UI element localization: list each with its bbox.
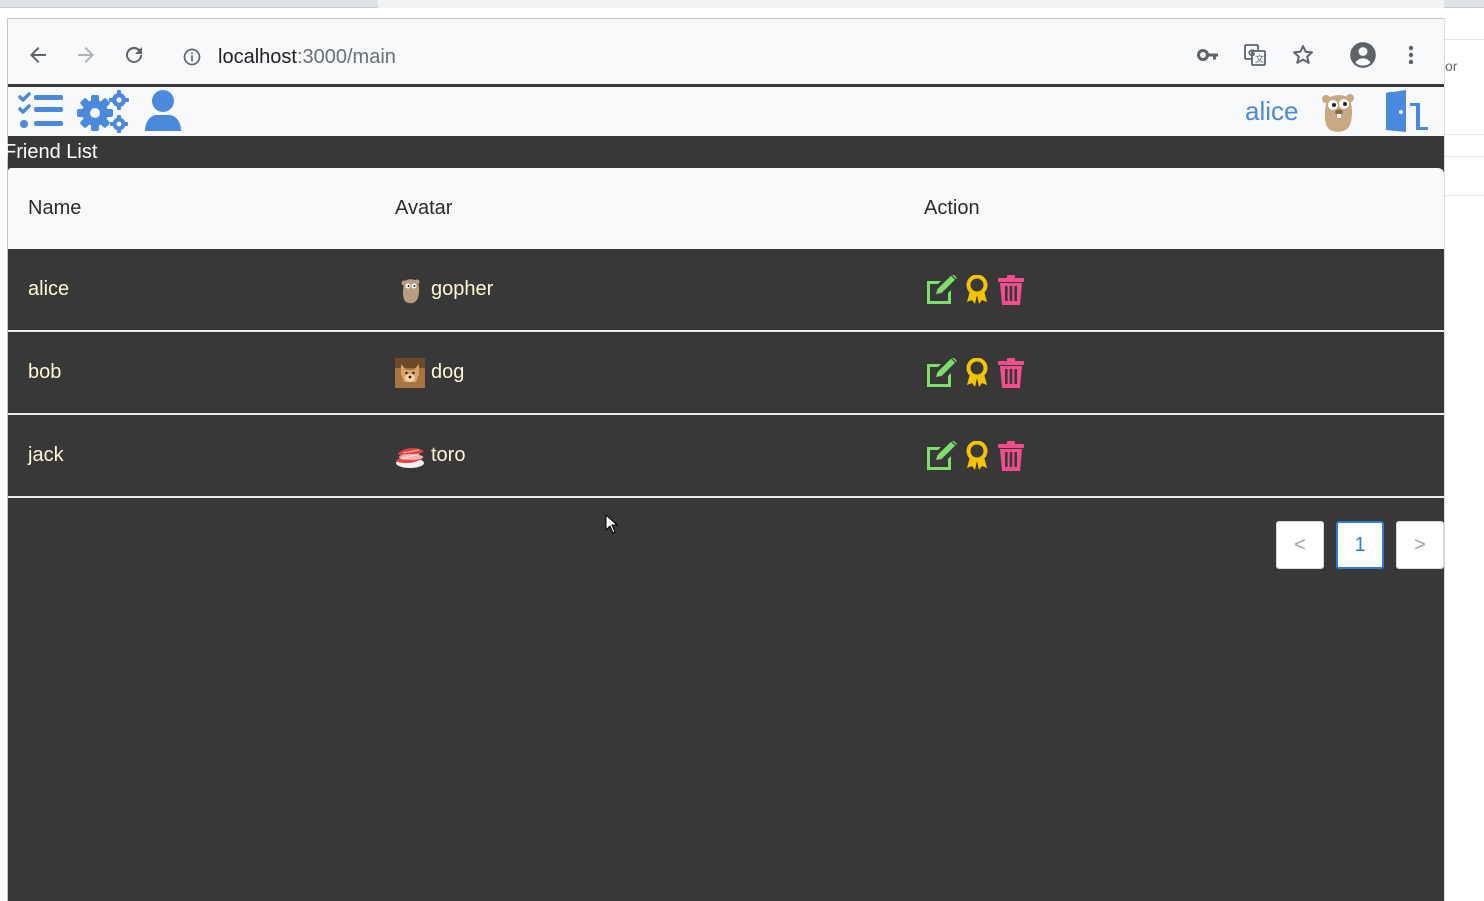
forward-button[interactable] bbox=[72, 41, 100, 69]
door-exit-icon[interactable] bbox=[1376, 89, 1430, 133]
account-circle-icon bbox=[1350, 42, 1376, 68]
dog-avatar-icon bbox=[395, 357, 425, 388]
saved-passwords-button[interactable] bbox=[1194, 41, 1222, 69]
arrow-right-icon bbox=[78, 47, 94, 63]
row-actions bbox=[924, 356, 1026, 390]
award-icon bbox=[966, 440, 988, 470]
table-row: bob dog bbox=[8, 332, 1444, 415]
column-header-avatar[interactable]: Avatar bbox=[395, 197, 452, 220]
gopher-avatar-icon bbox=[401, 278, 420, 303]
sushi-avatar-icon bbox=[396, 447, 424, 468]
next-page-button[interactable]: > bbox=[1396, 521, 1444, 569]
column-header-name[interactable]: Name bbox=[28, 197, 81, 220]
key-icon bbox=[1197, 49, 1218, 61]
url-host: localhost bbox=[218, 45, 297, 68]
gopher-avatar-icon[interactable] bbox=[1318, 90, 1358, 134]
profile-nav-button[interactable] bbox=[144, 89, 182, 133]
section-title: Friend List bbox=[4, 141, 98, 163]
address-bar[interactable]: localhost:3000/main bbox=[182, 43, 396, 71]
current-username[interactable]: alice bbox=[1245, 96, 1298, 127]
translate-button[interactable]: G文 bbox=[1241, 41, 1269, 69]
row-actions bbox=[924, 273, 1026, 307]
table-row: jack toro bbox=[8, 415, 1444, 498]
delete-button[interactable] bbox=[996, 356, 1026, 390]
bookmark-button[interactable] bbox=[1289, 41, 1317, 69]
divider bbox=[1445, 195, 1484, 196]
avatar-label: toro bbox=[431, 444, 466, 466]
mouse-cursor-icon bbox=[605, 514, 619, 534]
edit-icon bbox=[927, 440, 957, 470]
more-vert-icon bbox=[1408, 45, 1414, 65]
table-row: alice gopher bbox=[8, 249, 1444, 332]
background-window-text: or bbox=[1445, 58, 1458, 74]
svg-text:文: 文 bbox=[1255, 53, 1264, 65]
user-icon bbox=[145, 90, 181, 131]
column-header-action[interactable]: Action bbox=[924, 197, 980, 220]
browser-window: localhost:3000/main G文 alice Friend Lis… bbox=[4, 18, 1444, 901]
avatar-label: gopher bbox=[431, 278, 494, 300]
award-icon bbox=[966, 357, 988, 387]
delete-button[interactable] bbox=[996, 439, 1026, 473]
friend-avatar: dog bbox=[395, 357, 465, 388]
gears-icon bbox=[77, 90, 129, 133]
reload-button[interactable] bbox=[120, 41, 148, 69]
trash-icon bbox=[998, 440, 1024, 471]
page-1-button[interactable]: 1 bbox=[1336, 521, 1384, 569]
translate-icon: G文 bbox=[1244, 44, 1266, 66]
award-button[interactable] bbox=[964, 356, 990, 390]
friend-name: alice bbox=[28, 278, 70, 300]
info-icon bbox=[183, 48, 201, 66]
edit-button[interactable] bbox=[924, 356, 958, 390]
award-button[interactable] bbox=[964, 273, 990, 307]
arrow-left-icon bbox=[30, 47, 46, 63]
delete-button[interactable] bbox=[996, 273, 1026, 307]
divider bbox=[1445, 134, 1484, 135]
browser-menu-button[interactable] bbox=[1397, 41, 1425, 69]
trash-icon bbox=[998, 357, 1024, 388]
star-icon bbox=[1293, 45, 1313, 64]
background-window: or bbox=[1444, 18, 1484, 901]
friend-name: bob bbox=[28, 361, 62, 383]
browser-toolbar: localhost:3000/main G文 bbox=[8, 19, 1444, 86]
browser-tab-strip bbox=[378, 0, 1444, 8]
task-list-icon bbox=[18, 92, 63, 128]
table-header: Name Avatar Action bbox=[8, 168, 1444, 249]
settings-button[interactable] bbox=[75, 89, 131, 133]
edit-button[interactable] bbox=[924, 439, 958, 473]
friend-name: jack bbox=[28, 444, 64, 466]
edit-icon bbox=[927, 274, 957, 304]
row-actions bbox=[924, 439, 1026, 473]
divider bbox=[1445, 39, 1484, 40]
edit-icon bbox=[927, 357, 957, 387]
friend-avatar: toro bbox=[395, 441, 465, 471]
award-icon bbox=[966, 274, 988, 304]
task-list-button[interactable] bbox=[18, 89, 64, 133]
profile-button[interactable] bbox=[1349, 41, 1377, 69]
url-path: :3000/main bbox=[296, 45, 396, 68]
avatar-label: dog bbox=[431, 361, 465, 383]
reload-icon bbox=[126, 46, 142, 63]
app-navbar: alice bbox=[8, 87, 1444, 136]
award-button[interactable] bbox=[964, 439, 990, 473]
divider bbox=[1445, 156, 1484, 157]
prev-page-button[interactable]: < bbox=[1276, 521, 1324, 569]
os-title-strip bbox=[0, 0, 1484, 8]
trash-icon bbox=[998, 274, 1024, 305]
friend-avatar: gopher bbox=[395, 275, 493, 305]
friend-table: Name Avatar Action alice gopher bob dog … bbox=[8, 168, 1444, 498]
edit-button[interactable] bbox=[924, 273, 958, 307]
back-button[interactable] bbox=[24, 41, 52, 69]
